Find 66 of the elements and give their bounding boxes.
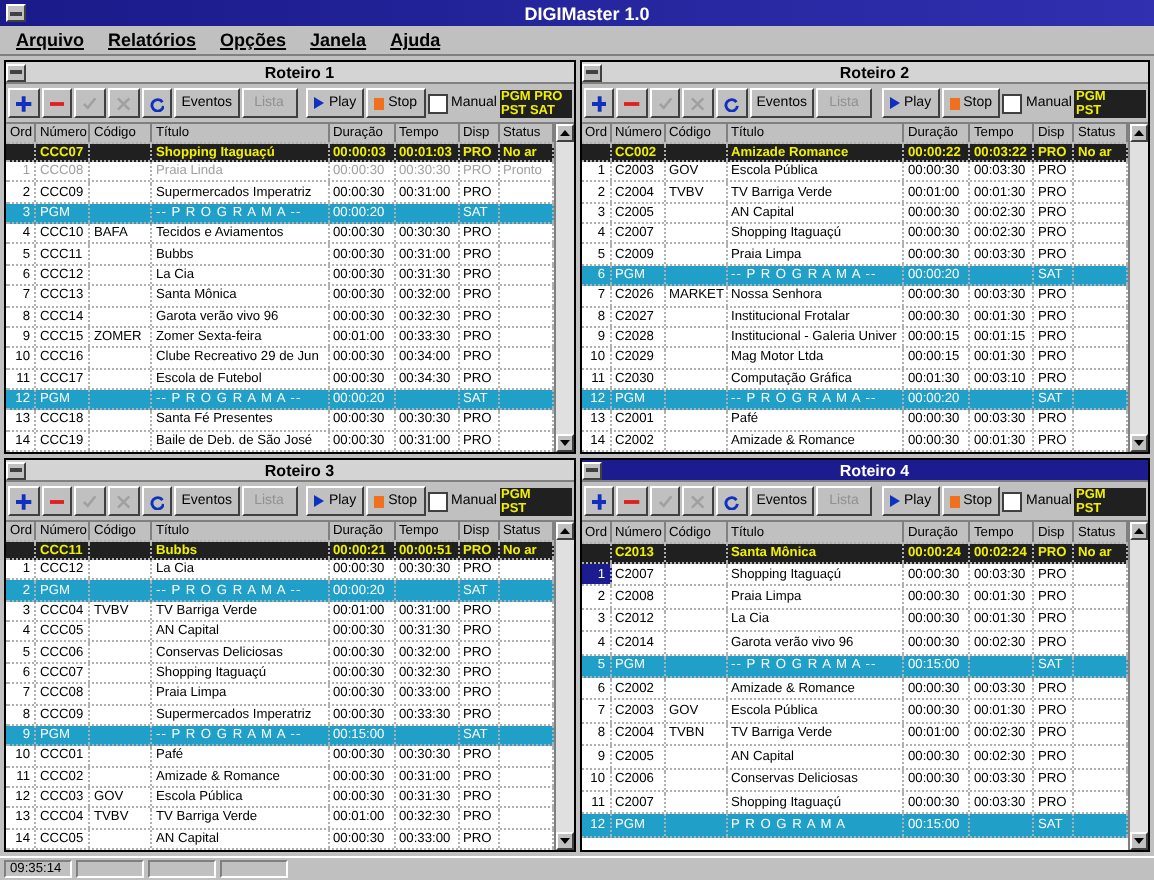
- add-button[interactable]: [583, 88, 615, 118]
- refresh-icon: [724, 493, 740, 509]
- remove-button[interactable]: [41, 88, 73, 118]
- remove-button[interactable]: [41, 486, 73, 516]
- window-menu-button[interactable]: [6, 63, 26, 81]
- window-menu-button[interactable]: [581, 63, 601, 81]
- scrollbar[interactable]: [553, 522, 573, 850]
- check-icon: [657, 95, 673, 111]
- check-icon: [82, 95, 98, 111]
- up-arrow-icon: [559, 130, 569, 136]
- refresh-button[interactable]: [716, 486, 748, 516]
- close-icon: [690, 95, 707, 111]
- up-arrow-icon: [1134, 130, 1144, 136]
- window-title: Roteiro 2: [837, 63, 912, 81]
- plus-icon: [591, 95, 607, 111]
- status-panel: [76, 860, 144, 878]
- menu-item[interactable]: Janela: [310, 30, 367, 50]
- close-icon: [115, 493, 132, 509]
- remove-button[interactable]: [616, 486, 648, 516]
- check-icon: [82, 493, 98, 509]
- add-button[interactable]: [8, 88, 40, 118]
- refresh-icon: [149, 493, 165, 509]
- play-icon: [889, 494, 900, 508]
- scrollbar[interactable]: [1128, 522, 1148, 850]
- refresh-button[interactable]: [141, 88, 173, 118]
- refresh-icon: [724, 95, 740, 111]
- play-icon: [314, 494, 325, 508]
- window-title: Roteiro 1: [262, 63, 337, 81]
- window-title: DIGIMaster 1.0: [522, 3, 652, 23]
- play-icon: [889, 96, 900, 110]
- down-arrow-icon: [559, 838, 569, 844]
- window-title: Roteiro 4: [837, 461, 912, 479]
- up-arrow-icon: [559, 528, 569, 534]
- remove-button[interactable]: [616, 88, 648, 118]
- down-arrow-icon: [1134, 440, 1144, 446]
- down-arrow-icon: [1134, 838, 1144, 844]
- refresh-button[interactable]: [141, 486, 173, 516]
- window-menu-button[interactable]: [6, 461, 26, 479]
- scrollbar[interactable]: [1128, 124, 1148, 452]
- window-menu-button[interactable]: [581, 461, 601, 479]
- add-button[interactable]: [583, 486, 615, 516]
- system-menu-button[interactable]: [6, 4, 26, 22]
- status-panel: [220, 860, 288, 878]
- plus-icon: [16, 95, 32, 111]
- menu-item[interactable]: Ajuda: [390, 30, 441, 50]
- stop-icon: [949, 97, 960, 109]
- status-panel: [148, 860, 216, 878]
- close-icon: [115, 95, 132, 111]
- menu-item[interactable]: Relatórios: [108, 30, 197, 50]
- up-arrow-icon: [1134, 528, 1144, 534]
- stop-icon: [374, 495, 385, 507]
- add-button[interactable]: [8, 486, 40, 516]
- close-icon: [690, 493, 707, 509]
- menu-item[interactable]: Opções: [220, 30, 287, 50]
- down-arrow-icon: [559, 440, 569, 446]
- stop-icon: [949, 495, 960, 507]
- stop-icon: [374, 97, 385, 109]
- refresh-icon: [149, 95, 165, 111]
- plus-icon: [16, 493, 32, 509]
- play-icon: [314, 96, 325, 110]
- refresh-button[interactable]: [716, 88, 748, 118]
- scrollbar[interactable]: [553, 124, 573, 452]
- menu-item[interactable]: Arquivo: [16, 30, 85, 50]
- plus-icon: [591, 493, 607, 509]
- window-title: Roteiro 3: [262, 461, 337, 479]
- check-icon: [657, 493, 673, 509]
